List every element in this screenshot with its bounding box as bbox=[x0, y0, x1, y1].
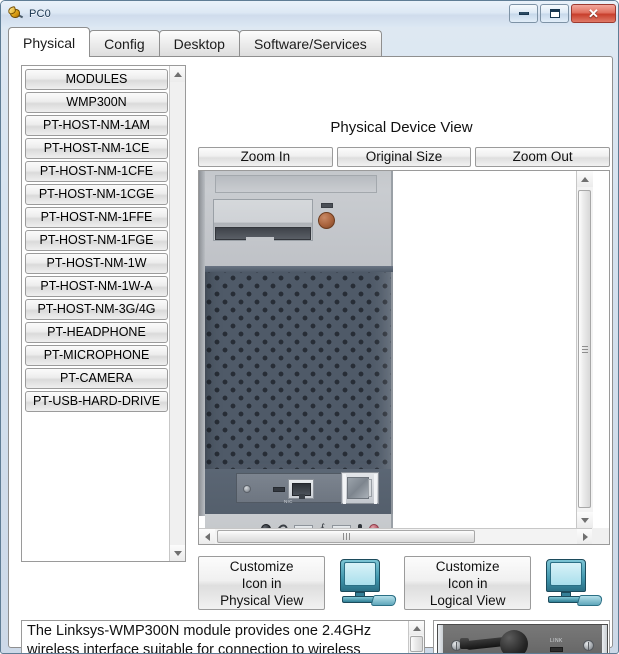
pc-tower-image[interactable]: NIC ∱ bbox=[199, 171, 393, 528]
zoom-out-button[interactable]: Zoom Out bbox=[475, 147, 611, 167]
case-ventilation-mesh bbox=[205, 266, 393, 469]
module-item-usb-hard-drive[interactable]: PT-USB-HARD-DRIVE bbox=[25, 391, 168, 412]
customize-icon-logical-view-button[interactable]: Customize Icon in Logical View bbox=[404, 556, 532, 610]
top-blank-slot bbox=[215, 175, 377, 193]
bracket-screw-left-icon bbox=[243, 485, 251, 493]
rj45-notch-icon bbox=[299, 494, 305, 499]
physical-tab-content: MODULES WMP300N PT-HOST-NM-1AM PT-HOST-N… bbox=[8, 56, 613, 653]
nic-led-strip-icon bbox=[273, 487, 285, 492]
close-button[interactable]: ✕ bbox=[571, 4, 616, 23]
modules-list-panel: MODULES WMP300N PT-HOST-NM-1AM PT-HOST-N… bbox=[21, 65, 186, 562]
module-item-1ce[interactable]: PT-HOST-NM-1CE bbox=[25, 138, 168, 159]
module-item-1cge[interactable]: PT-HOST-NM-1CGE bbox=[25, 184, 168, 205]
tab-desktop[interactable]: Desktop bbox=[158, 30, 240, 57]
minimize-button[interactable] bbox=[509, 4, 538, 23]
module-item-1am[interactable]: PT-HOST-NM-1AM bbox=[25, 115, 168, 136]
front-panel-io: ∱ bbox=[205, 514, 393, 528]
device-scroll-down-icon[interactable] bbox=[577, 512, 593, 528]
module-item-microphone[interactable]: PT-MICROPHONE bbox=[25, 345, 168, 366]
original-size-button[interactable]: Original Size bbox=[336, 147, 472, 167]
link-led-label: LINK bbox=[550, 638, 563, 644]
description-scrollbar[interactable] bbox=[408, 621, 424, 653]
module-item-3g-4g[interactable]: PT-HOST-NM-3G/4G bbox=[25, 299, 168, 320]
device-view-panel[interactable]: NIC ∱ bbox=[198, 170, 610, 545]
scroll-down-icon[interactable] bbox=[170, 545, 185, 561]
optical-drive-tab bbox=[246, 237, 274, 241]
slot-rail-left bbox=[343, 474, 346, 504]
scroll-up-icon[interactable] bbox=[170, 66, 185, 82]
slot-rail-right bbox=[374, 474, 377, 504]
tab-physical[interactable]: Physical bbox=[8, 27, 91, 57]
module-item-wmp300n[interactable]: WMP300N bbox=[25, 92, 168, 113]
mesh-top-edge bbox=[205, 266, 393, 272]
maximize-icon bbox=[549, 9, 560, 18]
slot-pin-icon bbox=[368, 479, 372, 497]
tab-software-services-label: Software/Services bbox=[253, 36, 367, 52]
tab-physical-label: Physical bbox=[23, 34, 76, 51]
description-scroll-up-icon[interactable] bbox=[409, 621, 424, 635]
antenna-head-icon bbox=[500, 630, 528, 653]
customize-icon-controls: Customize Icon in Physical View Customiz… bbox=[198, 554, 610, 612]
packet-tracer-icon bbox=[7, 5, 24, 22]
modules-list-scrollbar[interactable] bbox=[169, 66, 185, 561]
zoom-in-button[interactable]: Zoom In bbox=[198, 147, 333, 167]
device-scroll-right-icon[interactable] bbox=[577, 529, 593, 544]
page-title: Physical Device View bbox=[330, 119, 473, 136]
description-scroll-thumb[interactable] bbox=[410, 636, 423, 652]
card-rail-right bbox=[602, 625, 607, 653]
device-vscroll-thumb[interactable] bbox=[578, 190, 591, 508]
pc-monitor-icon bbox=[538, 557, 604, 609]
nic-port-label: NIC bbox=[284, 499, 293, 504]
minimize-icon bbox=[518, 12, 529, 15]
device-scroll-up-icon[interactable] bbox=[577, 171, 593, 187]
device-view-horizontal-scrollbar[interactable] bbox=[199, 528, 593, 544]
secondary-expansion-slot[interactable] bbox=[341, 472, 379, 504]
tab-software-services[interactable]: Software/Services bbox=[238, 30, 382, 57]
close-icon: ✕ bbox=[588, 6, 599, 21]
slot-connector-icon bbox=[347, 477, 369, 499]
grip-lines-icon bbox=[342, 533, 350, 540]
card-rail-left bbox=[438, 625, 443, 653]
title-bar: PC0 ✕ bbox=[1, 1, 618, 27]
nic-bracket[interactable]: NIC bbox=[236, 473, 356, 504]
device-view-vertical-scrollbar[interactable] bbox=[576, 171, 593, 528]
module-item-headphone[interactable]: PT-HEADPHONE bbox=[25, 322, 168, 343]
module-description-text: The Linksys-WMP300N module provides one … bbox=[27, 623, 372, 654]
window-controls: ✕ bbox=[509, 4, 616, 23]
device-scroll-left-icon[interactable] bbox=[199, 529, 215, 544]
expansion-slot-area: NIC bbox=[205, 469, 393, 514]
grip-lines-icon bbox=[581, 344, 588, 355]
optical-drive-led-icon bbox=[321, 203, 333, 208]
scrollbar-corner bbox=[592, 528, 609, 544]
modules-list: MODULES WMP300N PT-HOST-NM-1AM PT-HOST-N… bbox=[22, 66, 169, 561]
module-item-camera[interactable]: PT-CAMERA bbox=[25, 368, 168, 389]
module-item-1ffe[interactable]: PT-HOST-NM-1FFE bbox=[25, 207, 168, 228]
window-title: PC0 bbox=[29, 8, 51, 20]
module-item-1cfe[interactable]: PT-HOST-NM-1CFE bbox=[25, 161, 168, 182]
module-item-1w-a[interactable]: PT-HOST-NM-1W-A bbox=[25, 276, 168, 297]
maximize-button[interactable] bbox=[540, 4, 569, 23]
tab-config-label: Config bbox=[104, 36, 145, 52]
optical-drive-eject-button[interactable] bbox=[318, 212, 335, 229]
customize-icon-physical-view-button[interactable]: Customize Icon in Physical View bbox=[198, 556, 326, 610]
module-item-1w[interactable]: PT-HOST-NM-1W bbox=[25, 253, 168, 274]
ethernet-port[interactable] bbox=[288, 479, 314, 499]
device-view-canvas[interactable]: NIC ∱ bbox=[199, 171, 593, 528]
zoom-controls: Zoom In Original Size Zoom Out bbox=[198, 147, 611, 167]
module-item-1fge[interactable]: PT-HOST-NM-1FGE bbox=[25, 230, 168, 251]
module-description-panel: The Linksys-WMP300N module provides one … bbox=[21, 620, 425, 654]
link-led-icon bbox=[550, 647, 563, 652]
pc0-configuration-window: PC0 ✕ Physical Config Desktop Software/S… bbox=[0, 0, 619, 654]
tab-desktop-label: Desktop bbox=[173, 36, 225, 52]
tab-bar: Physical Config Desktop Software/Service… bbox=[8, 27, 613, 57]
tab-config[interactable]: Config bbox=[89, 30, 160, 57]
card-screw-right-icon bbox=[583, 640, 594, 651]
device-hscroll-thumb[interactable] bbox=[217, 530, 475, 543]
modules-header-button[interactable]: MODULES bbox=[25, 69, 168, 90]
pc-monitor-icon bbox=[332, 557, 398, 609]
module-preview-panel: LINK bbox=[433, 620, 610, 653]
wmp300n-card-image[interactable]: LINK bbox=[437, 624, 608, 653]
